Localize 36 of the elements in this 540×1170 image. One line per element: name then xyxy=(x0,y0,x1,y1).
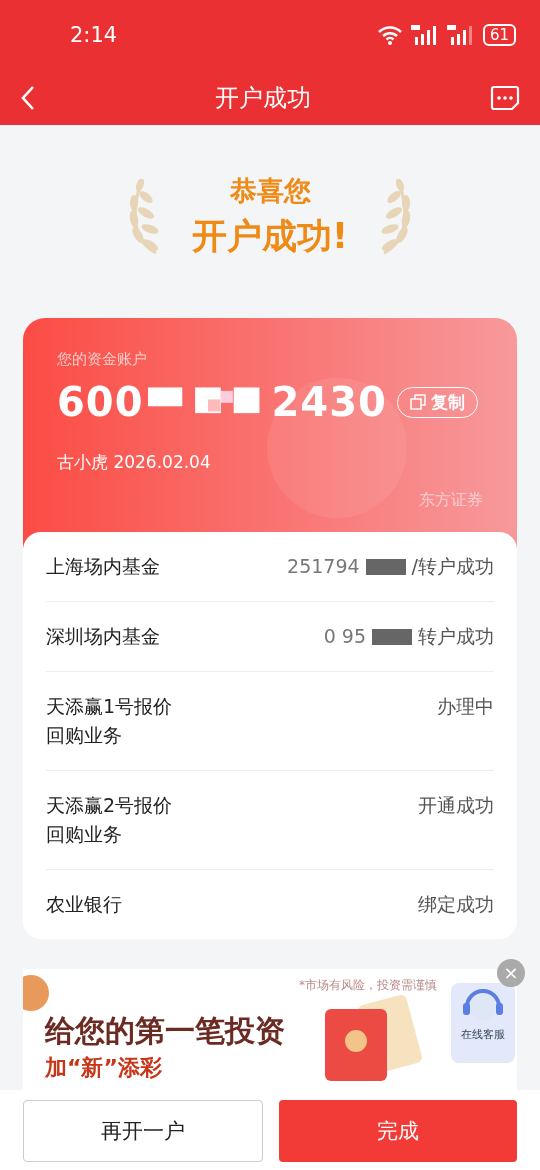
service-name: 上海场内基金 xyxy=(46,554,161,579)
service-status: 开通成功 xyxy=(418,793,494,818)
back-icon[interactable] xyxy=(20,84,36,111)
copy-icon xyxy=(409,394,426,410)
message-icon[interactable] xyxy=(490,84,520,111)
congrats-text: 恭喜您 xyxy=(229,174,311,208)
service-name: 天添赢2号报价回购业务 xyxy=(46,793,174,847)
done-button[interactable]: 完成 xyxy=(279,1100,517,1162)
service-name: 农业银行 xyxy=(46,892,123,917)
page-title: 开户成功 xyxy=(215,82,311,114)
masked-number: 251794 xyxy=(287,554,360,579)
privacy-mask xyxy=(372,628,412,645)
service-status: /转户成功 xyxy=(411,554,494,579)
privacy-mask xyxy=(365,558,406,575)
wifi-icon xyxy=(376,25,403,45)
account-number: 600 xyxy=(57,379,144,425)
service-status: 绑定成功 xyxy=(418,892,494,917)
broker-name: 东方证券 xyxy=(419,490,483,511)
banner-subline: 加“新”添彩 xyxy=(45,1054,162,1082)
service-name: 深圳场内基金 xyxy=(46,624,161,649)
account-label: 您的资金账户 xyxy=(57,350,148,369)
signal-icon xyxy=(410,25,439,45)
service-name: 天添赢1号报价回购业务 xyxy=(46,694,174,748)
status-time: 2:14 xyxy=(70,23,119,47)
open-another-button[interactable]: 再开一户 xyxy=(23,1100,263,1162)
account-number: 2430 xyxy=(271,379,387,425)
banner-headline: 给您的第一笔投资 xyxy=(45,1012,285,1050)
owner-date: 古小虎 2026.02.04 xyxy=(57,451,212,474)
success-heading: 开户成功! xyxy=(192,215,348,258)
masked-number: 0 95 xyxy=(323,624,366,649)
service-status: 转户成功 xyxy=(418,624,494,649)
battery-level: 61 xyxy=(482,24,516,46)
signal-icon xyxy=(446,25,475,45)
service-status: 办理中 xyxy=(437,694,494,719)
support-widget[interactable]: 在线客服 xyxy=(451,983,515,1063)
risk-disclaimer: *市场有风险，投资需谨慎 xyxy=(299,977,437,994)
